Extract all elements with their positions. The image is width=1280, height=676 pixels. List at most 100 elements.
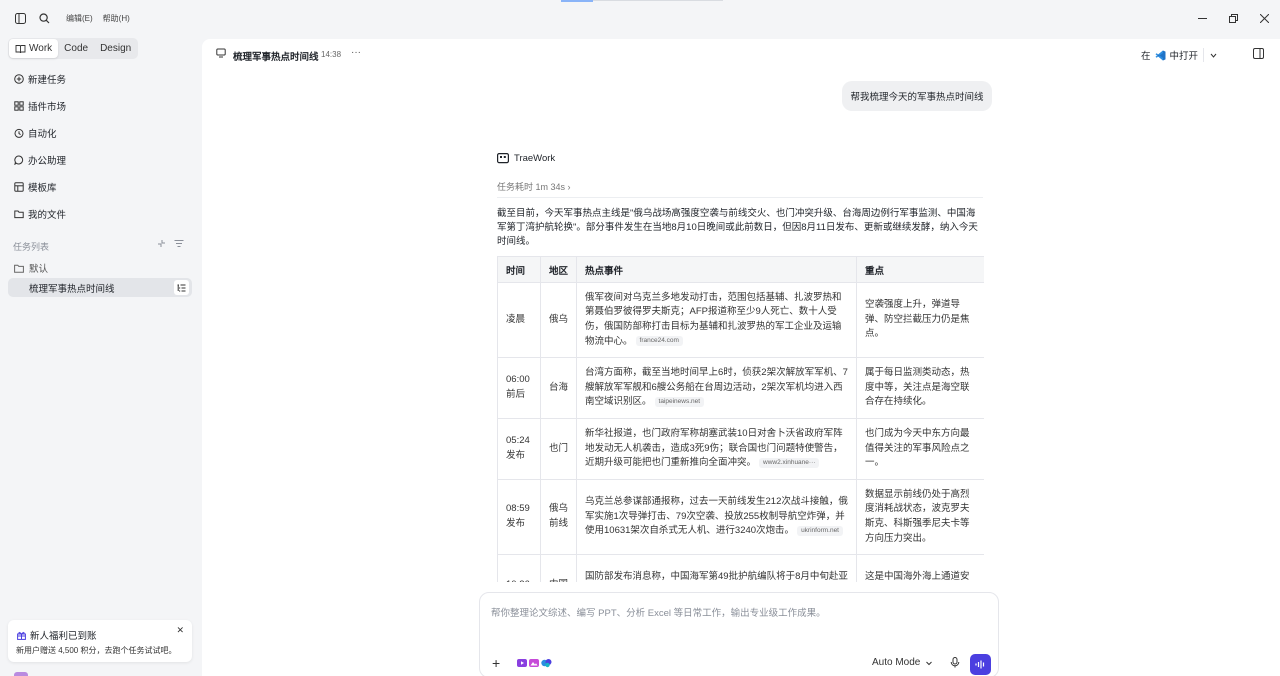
tool-icons: [517, 658, 552, 668]
sidebar-item-label: 自动化: [28, 129, 57, 140]
agent-name: TraeWork: [514, 153, 556, 164]
summary-text: 截至目前，今天军事热点主线是"俄乌战场高强度空袭与前线交火、也门冲突升级、台海周…: [497, 208, 978, 247]
agent-logo-icon: [497, 153, 509, 164]
event-cell: 新华社报道，也门政府军称胡塞武装10日对舍卜沃省政府军阵地发动无人机袭击，造成3…: [576, 418, 857, 480]
skills-icon[interactable]: [541, 658, 552, 668]
mode-selector-label: Auto Mode: [872, 657, 921, 668]
tab-strip: [593, 0, 723, 1]
tab-indicator: [561, 0, 593, 2]
panel-toggle-icon[interactable]: [1253, 48, 1264, 59]
book-icon: [15, 44, 26, 53]
chevron-down-icon[interactable]: [1209, 51, 1218, 60]
sidebar-item-templates[interactable]: 模板库: [14, 180, 57, 194]
focus-cell: 这是中国海外海上通道安全方面的例行部署。: [856, 554, 984, 582]
send-button[interactable]: [970, 654, 991, 675]
region-cell: 也门: [540, 418, 577, 480]
source-tag[interactable]: taipeinews.net: [654, 396, 705, 407]
open-in-label: 中打开: [1169, 51, 1199, 62]
add-attachment-button[interactable]: +: [492, 655, 500, 671]
open-in-button[interactable]: 在 中打开: [1141, 48, 1218, 62]
sidebar-item-plugin-market[interactable]: 插件市场: [14, 99, 66, 113]
timeline-table: 时间 地区 热点事件 重点 凌晨 俄乌 俄军夜间对乌克兰多地发动打击，范围包括基…: [497, 256, 984, 582]
time-cell: 06:00前后: [497, 357, 541, 419]
folder-icon: [14, 264, 24, 273]
sidebar-toggle-icon[interactable]: [12, 10, 28, 26]
timeline-table-container: 时间 地区 热点事件 重点 凌晨 俄乌 俄军夜间对乌克兰多地发动打击，范围包括基…: [497, 256, 984, 582]
region-cell: 俄乌: [540, 282, 577, 358]
collapse-icon[interactable]: [157, 239, 166, 248]
template-icon: [14, 182, 24, 192]
sidebar-item-new-task[interactable]: 新建任务: [14, 72, 66, 86]
avatar[interactable]: [14, 672, 28, 676]
task-item-label: 梳理军事热点时间线: [29, 283, 115, 295]
table-row: 05:24发布 也门 新华社报道，也门政府军称胡塞武装10日对舍卜沃省政府军阵地…: [497, 418, 984, 480]
composer[interactable]: 帮你整理论文综述、编写 PPT、分析 Excel 等日常工作，输出专业级工作成果…: [479, 592, 999, 676]
event-text: 台湾方面称，截至当地时间早上6时，侦获2架次解放军军机、7艘解放军军舰和6艘公务…: [585, 366, 848, 408]
promo-card: 新人福利已到账 新用户赠送 4,500 积分，去跑个任务试试吧。 ✕: [8, 620, 192, 662]
sidebar-item-office-assistant[interactable]: 办公助理: [14, 153, 66, 167]
composer-input[interactable]: 帮你整理论文综述、编写 PPT、分析 Excel 等日常工作，输出专业级工作成果…: [491, 605, 826, 619]
mode-code-button[interactable]: Code: [58, 39, 94, 58]
mode-work-button[interactable]: Work: [9, 39, 59, 58]
event-cell: 俄军夜间对乌克兰多地发动打击，范围包括基辅、扎波罗热和第聂伯罗彼得罗夫斯克；AF…: [576, 282, 857, 358]
user-message: 帮我梳理今天的军事热点时间线: [842, 81, 992, 111]
gift-icon: [17, 631, 26, 640]
menu-edit[interactable]: 编辑(E): [66, 13, 93, 24]
task-list-title: 任务列表: [13, 242, 50, 252]
microphone-icon[interactable]: [950, 657, 960, 668]
source-tag[interactable]: ukrinform.net: [797, 525, 843, 536]
focus-cell: 属于每日监测类动态，热度中等，关注点是海空联合存在持续化。: [856, 357, 984, 419]
folder-label: 默认: [29, 264, 49, 275]
task-duration[interactable]: 任务耗时 1m 34s ›: [497, 180, 571, 193]
focus-cell: 也门成为今天中东方向最值得关注的军事风险点之一。: [856, 418, 984, 480]
mode-design-button[interactable]: Design: [94, 39, 137, 58]
sidebar-item-automation[interactable]: 自动化: [14, 126, 57, 140]
image-icon[interactable]: [529, 658, 539, 668]
sidebar-item-label: 插件市场: [28, 102, 67, 113]
close-icon[interactable]: ✕: [176, 625, 184, 636]
table-row: 08:59发布 俄乌前线 乌克兰总参谋部通报称，过去一天前线发生212次战斗接触…: [497, 479, 984, 555]
filter-icon[interactable]: [174, 239, 184, 248]
region-cell: 中国: [540, 554, 577, 582]
video-icon[interactable]: [517, 658, 527, 668]
sidebar-item-label: 我的文件: [28, 210, 67, 221]
folder-default[interactable]: 默认: [14, 261, 48, 275]
event-cell: 国防部发布消息称，中国海军第49批护航编队将于8月中旬赴亚丁湾、索马里海域接替第…: [576, 554, 857, 582]
promo-desc: 新用户赠送 4,500 积分，去跑个任务试试吧。: [16, 646, 177, 655]
minimize-icon[interactable]: [1187, 0, 1218, 36]
more-options-button[interactable]: ···: [351, 47, 361, 58]
vscode-icon: [1155, 50, 1166, 60]
waveform-icon: [975, 660, 985, 669]
promo-title: 新人福利已到账: [30, 631, 97, 642]
menu-help[interactable]: 帮助(H): [103, 13, 130, 24]
mode-design-label: Design: [100, 43, 132, 54]
plugin-market-icon: [14, 101, 24, 111]
sidebar-item-my-files[interactable]: 我的文件: [14, 207, 66, 221]
restore-icon[interactable]: [1218, 0, 1249, 36]
region-cell: 台海: [540, 357, 577, 419]
focus-cell: 空袭强度上升，弹道导弹、防空拦截压力仍是焦点。: [856, 282, 984, 358]
region-cell: 俄乌前线: [540, 479, 577, 555]
chevron-right-icon: ›: [567, 182, 571, 192]
close-icon[interactable]: [1249, 0, 1280, 36]
time-cell: 10:26: [497, 554, 541, 582]
sidebar: Work Code Design 新建任务 插件市场 自动化 办公助理 模板库 …: [0, 36, 202, 676]
time-cell: 凌晨: [497, 282, 541, 358]
source-tag[interactable]: www2.xinhuane···: [759, 457, 820, 468]
automation-icon: [14, 128, 24, 138]
chevron-down-icon: [926, 661, 933, 665]
event-text: 俄军夜间对乌克兰多地发动打击，范围包括基辅、扎波罗热和第聂伯罗彼得罗夫斯克；AF…: [585, 291, 842, 347]
event-cell: 台湾方面称，截至当地时间早上6时，侦获2架次解放军军机、7艘解放军军舰和6艘公务…: [576, 357, 857, 419]
search-icon[interactable]: [36, 10, 52, 26]
source-tag[interactable]: france24.com: [635, 336, 683, 347]
mode-code-label: Code: [64, 43, 89, 54]
table-row: 10:26 中国 国防部发布消息称，中国海军第49批护航编队将于8月中旬赴亚丁湾…: [497, 554, 984, 582]
mode-selector[interactable]: Auto Mode: [872, 657, 933, 668]
task-outline-icon[interactable]: [174, 280, 189, 295]
sidebar-item-label: 模板库: [28, 183, 57, 194]
table-header-cell: 地区: [540, 256, 577, 283]
task-item-active[interactable]: 梳理军事热点时间线: [8, 278, 192, 297]
table-header-row: 时间 地区 热点事件 重点: [497, 256, 984, 283]
agent-header: TraeWork: [497, 153, 555, 164]
table-row: 凌晨 俄乌 俄军夜间对乌克兰多地发动打击，范围包括基辅、扎波罗热和第聂伯罗彼得罗…: [497, 282, 984, 358]
